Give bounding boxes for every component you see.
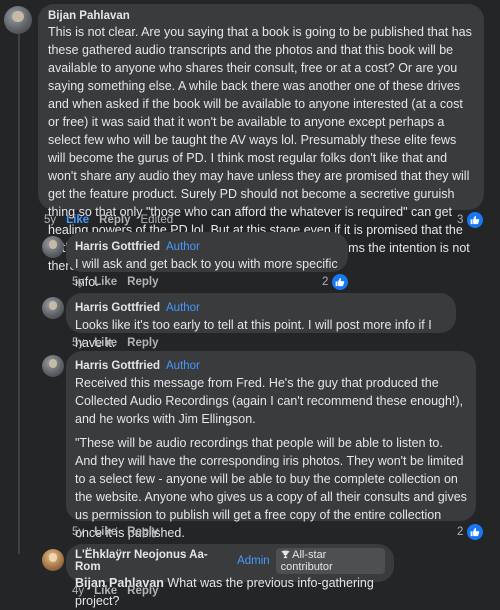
avatar[interactable] — [42, 549, 64, 571]
thumbs-up-icon — [467, 212, 484, 228]
avatar[interactable] — [4, 6, 32, 34]
like-button[interactable]: Like — [94, 276, 117, 288]
comment-author-name[interactable]: Harris Gottfried — [75, 302, 160, 314]
like-button[interactable]: Like — [94, 337, 117, 349]
reaction-count: 3 — [457, 214, 464, 226]
comment-bubble: Harris Gottfried Author I will ask and ge… — [66, 232, 348, 289]
reply-button[interactable]: Reply — [127, 276, 158, 288]
comment-bubble: Harris Gottfried Author Looks like it's t… — [66, 293, 456, 350]
comment-author-name[interactable]: Harris Gottfried — [75, 360, 160, 372]
author-badge: Author — [166, 302, 200, 314]
thumbs-up-icon — [467, 524, 484, 540]
thumbs-up-icon — [332, 274, 349, 290]
comment-timestamp[interactable]: 5y — [44, 214, 56, 226]
comment-actions: 5y Like Reply — [72, 276, 159, 288]
comment-timestamp[interactable]: 4y — [72, 585, 84, 597]
reaction-count: 2 — [457, 526, 464, 538]
comment-actions: 4y Like Reply — [72, 585, 159, 597]
comment-bubble: Bijan Pahlavan This is not clear. Are yo… — [38, 4, 484, 273]
comment-text-paragraph: Received this message from Fred. He's th… — [75, 376, 464, 426]
reply-button[interactable]: Reply — [99, 214, 130, 226]
like-button[interactable]: Like — [94, 585, 117, 597]
reply-button[interactable]: Reply — [127, 526, 158, 538]
author-badge: Author — [166, 241, 200, 253]
admin-badge: Admin — [237, 555, 270, 567]
avatar[interactable] — [42, 236, 64, 258]
trophy-icon — [281, 550, 290, 559]
avatar[interactable] — [42, 355, 64, 377]
comment-timestamp[interactable]: 5y — [72, 276, 84, 288]
reply-button[interactable]: Reply — [127, 337, 158, 349]
comment-author-name[interactable]: Bijan Pahlavan — [48, 10, 474, 22]
author-badge: Author — [166, 360, 200, 372]
reaction-summary[interactable]: 2 — [322, 274, 349, 290]
reply-button[interactable]: Reply — [127, 585, 158, 597]
reaction-summary[interactable]: 3 — [457, 212, 484, 228]
comment-author-name[interactable]: L'Ëhklaÿrr Neojonus Aa-Rom — [75, 549, 231, 573]
reaction-summary[interactable]: 2 — [457, 524, 484, 540]
contributor-badge[interactable]: All-star contributor — [275, 548, 385, 574]
comment-author-name[interactable]: Harris Gottfried — [75, 241, 160, 253]
avatar[interactable] — [42, 297, 64, 319]
like-button[interactable]: Like — [66, 214, 89, 226]
like-button[interactable]: Like — [94, 526, 117, 538]
reaction-count: 2 — [322, 276, 329, 288]
comment-timestamp[interactable]: 5y — [72, 337, 84, 349]
thread-line — [18, 34, 20, 554]
edited-label[interactable]: Edited — [141, 214, 174, 226]
comment-actions: 5y Like Reply Edited — [44, 214, 173, 226]
comment-actions: 5y Like Reply — [72, 526, 159, 538]
comment-bubble: L'Ëhklaÿrr Neojonus Aa-Rom Admin All-sta… — [66, 544, 394, 608]
comment-actions: 5y Like Reply — [72, 337, 159, 349]
comment-timestamp[interactable]: 5y — [72, 526, 84, 538]
comment-bubble: Harris Gottfried Author Received this mes… — [66, 351, 476, 562]
